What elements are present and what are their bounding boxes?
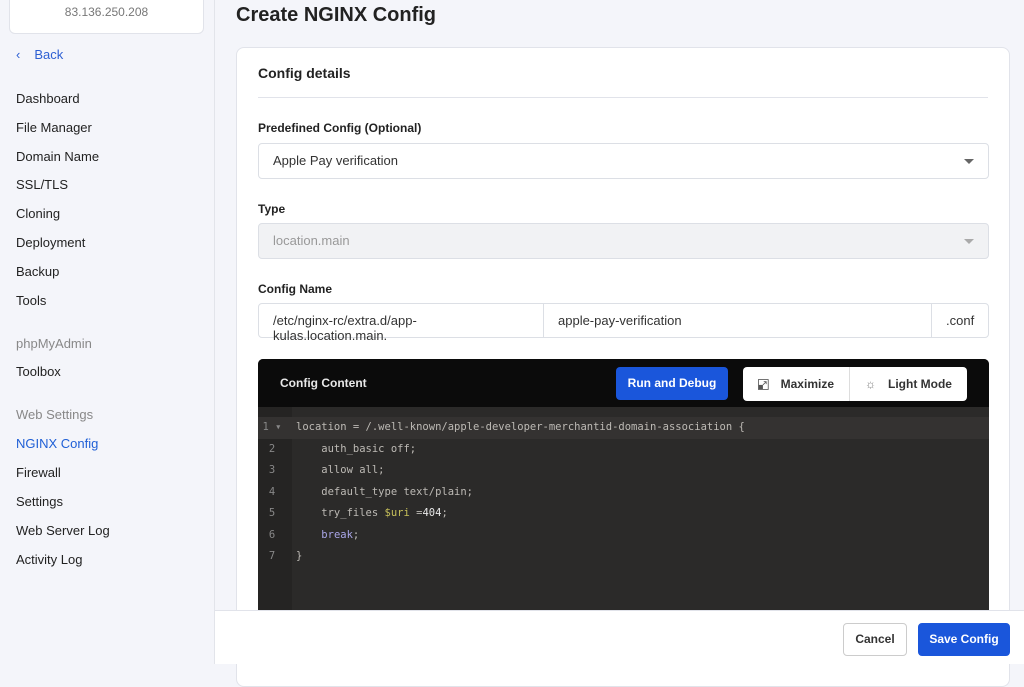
code-text: allow all; bbox=[296, 464, 385, 476]
code-text: } bbox=[296, 550, 303, 562]
line-number: 6 bbox=[268, 528, 276, 541]
code-text: location = /.well-known/apple-developer-… bbox=[296, 421, 745, 433]
code-variable: $uri bbox=[384, 507, 410, 519]
sidebar-item-web-server-log[interactable]: Web Server Log bbox=[16, 523, 110, 538]
config-suffix: .conf bbox=[946, 313, 975, 328]
code-line: 4 default_type text/plain; bbox=[258, 482, 989, 504]
type-label: Type bbox=[258, 202, 286, 216]
line-number: 4 bbox=[268, 485, 276, 498]
run-and-debug-button[interactable]: Run and Debug bbox=[616, 367, 728, 400]
config-details-card: Config details Predefined Config (Option… bbox=[236, 47, 1010, 687]
sidebar-item-dashboard[interactable]: Dashboard bbox=[16, 91, 80, 106]
sidebar-item-tools[interactable]: Tools bbox=[16, 293, 46, 308]
sidebar-header-web-settings: Web Settings bbox=[16, 407, 94, 422]
line-number: 7 bbox=[268, 550, 276, 562]
config-name-input[interactable]: apple-pay-verification bbox=[544, 304, 932, 337]
sidebar-item-ssl[interactable]: SSL/TLS bbox=[16, 177, 68, 192]
sun-icon: ☼ bbox=[865, 377, 876, 391]
predefined-config-select[interactable]: Apple Pay verification bbox=[258, 143, 989, 179]
footer-bar: Cancel Save Config bbox=[215, 610, 1024, 664]
sidebar-item-toolbox[interactable]: Toolbox bbox=[16, 364, 61, 379]
light-mode-label: Light Mode bbox=[888, 377, 952, 391]
sidebar-header-phpmyadmin: phpMyAdmin bbox=[16, 336, 92, 351]
section-title: Config details bbox=[258, 65, 351, 81]
sidebar-item-firewall[interactable]: Firewall bbox=[16, 465, 61, 480]
caret-down-icon bbox=[964, 159, 974, 164]
editor-title: Config Content bbox=[280, 376, 367, 390]
line-number: 5 bbox=[268, 507, 276, 519]
maximize-button[interactable]: Maximize bbox=[743, 367, 850, 401]
chevron-left-icon: ‹ bbox=[16, 47, 21, 62]
sidebar-item-backup[interactable]: Backup bbox=[16, 264, 59, 279]
code-token: try_files bbox=[296, 507, 385, 519]
code-line: 6 break; bbox=[258, 525, 989, 547]
code-token: ; bbox=[441, 507, 448, 519]
code-area[interactable]: 1 ▾ location = /.well-known/apple-develop… bbox=[258, 417, 989, 568]
editor-actions: Maximize ☼ Light Mode bbox=[743, 367, 967, 401]
page-title: Create NGINX Config bbox=[236, 4, 437, 26]
line-number: 3 bbox=[268, 464, 276, 476]
save-config-button[interactable]: Save Config bbox=[918, 623, 1010, 656]
code-keyword: break bbox=[321, 528, 353, 541]
caret-down-icon bbox=[964, 239, 974, 244]
server-card: 83.136.250.208 bbox=[9, 0, 204, 34]
divider bbox=[258, 97, 988, 98]
code-line: 5 try_files $uri =404; bbox=[258, 503, 989, 525]
type-value: location.main bbox=[273, 233, 350, 248]
sidebar-item-file-manager[interactable]: File Manager bbox=[16, 120, 92, 135]
maximize-label: Maximize bbox=[780, 377, 834, 391]
sidebar: 83.136.250.208 ‹ Back Dashboard File Mana… bbox=[0, 0, 215, 664]
code-token: = bbox=[409, 507, 423, 519]
predefined-label: Predefined Config (Optional) bbox=[258, 121, 422, 135]
code-text: break; bbox=[321, 528, 360, 541]
code-line: 3 allow all; bbox=[258, 460, 989, 482]
sidebar-item-nginx-config[interactable]: NGINX Config bbox=[16, 436, 98, 451]
maximize-icon bbox=[758, 378, 769, 390]
config-name-group: /etc/nginx-rc/extra.d/app-kulas.location… bbox=[258, 303, 989, 343]
sidebar-item-deployment[interactable]: Deployment bbox=[16, 235, 85, 250]
code-text: try_files $uri =404; bbox=[292, 503, 448, 525]
sidebar-item-domain-name[interactable]: Domain Name bbox=[16, 149, 99, 164]
code-text: default_type text/plain; bbox=[296, 485, 474, 498]
back-link[interactable]: ‹ Back bbox=[16, 47, 63, 62]
type-select: location.main bbox=[258, 223, 989, 259]
code-line: 1 ▾ location = /.well-known/apple-develop… bbox=[258, 417, 989, 439]
sidebar-item-activity-log[interactable]: Activity Log bbox=[16, 552, 82, 567]
code-line: 2 auth_basic off; bbox=[258, 439, 989, 461]
predefined-value: Apple Pay verification bbox=[273, 153, 399, 168]
code-line: 7} bbox=[258, 546, 989, 568]
cancel-button[interactable]: Cancel bbox=[843, 623, 907, 656]
sidebar-item-cloning[interactable]: Cloning bbox=[16, 206, 60, 221]
server-ip: 83.136.250.208 bbox=[64, 5, 149, 19]
line-number: 1 ▾ bbox=[262, 421, 282, 433]
editor-header: Config Content Run and Debug Maximize ☼ … bbox=[258, 359, 989, 407]
main: Create NGINX Config Config details Prede… bbox=[215, 0, 1024, 687]
config-path-prefix: /etc/nginx-rc/extra.d/app-kulas.location… bbox=[259, 304, 544, 343]
code-text: auth_basic off; bbox=[296, 442, 417, 455]
line-number: 2 bbox=[268, 442, 276, 455]
code-number: 404 bbox=[422, 507, 442, 519]
back-label: Back bbox=[34, 47, 64, 62]
sidebar-item-settings[interactable]: Settings bbox=[16, 494, 63, 509]
config-name-label: Config Name bbox=[258, 282, 333, 296]
light-mode-button[interactable]: ☼ Light Mode bbox=[850, 367, 967, 401]
